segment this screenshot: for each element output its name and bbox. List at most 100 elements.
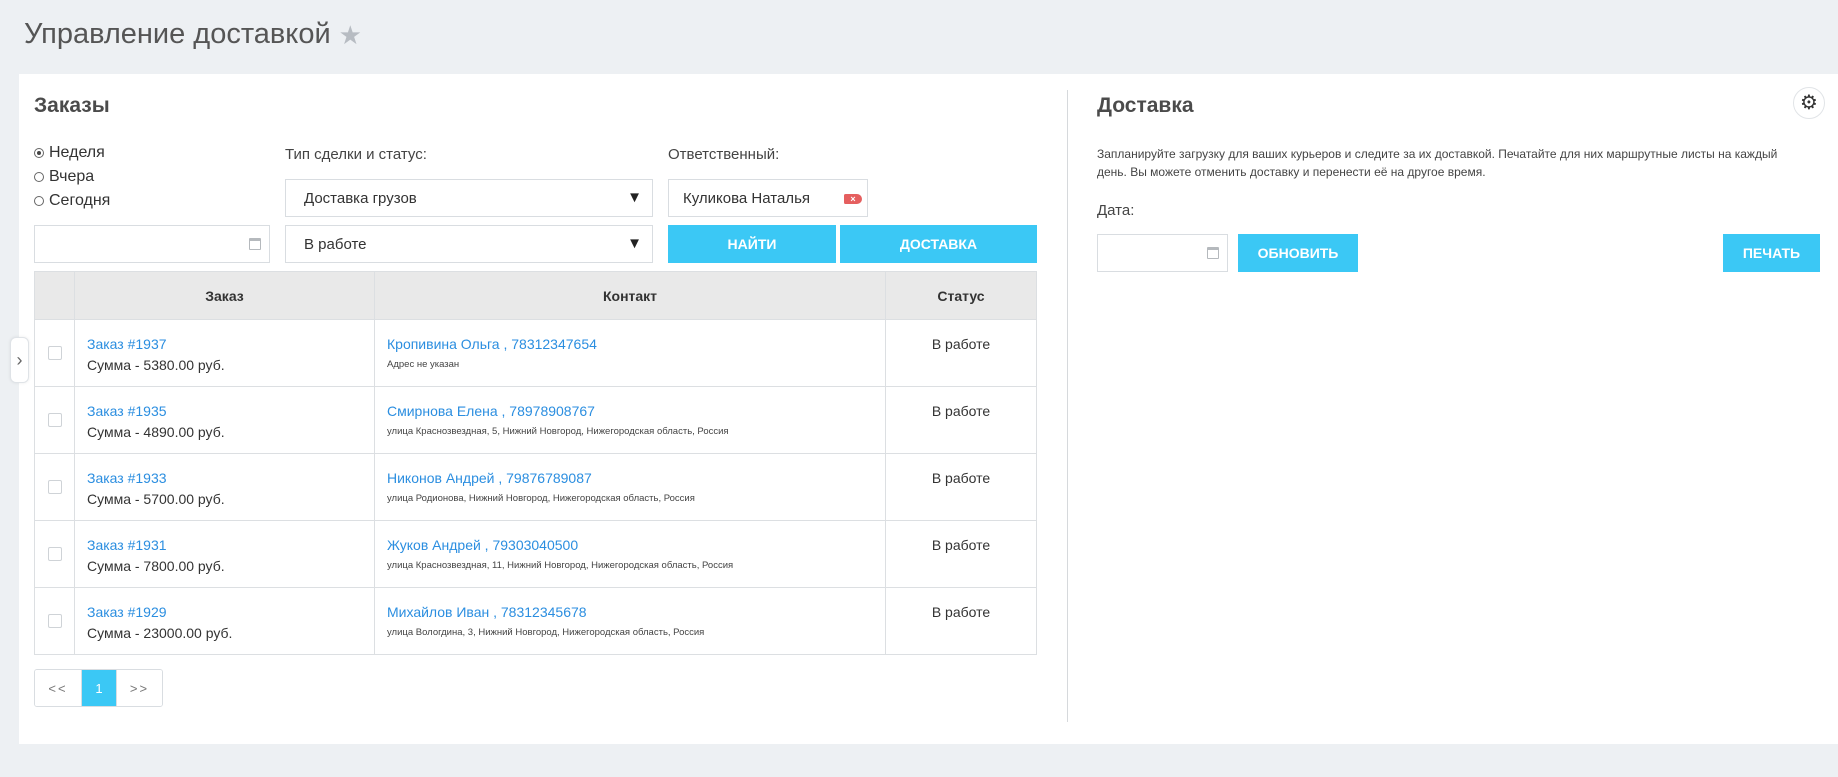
status-value: В работе xyxy=(304,235,367,253)
row-checkbox[interactable] xyxy=(48,614,62,628)
row-checkbox[interactable] xyxy=(48,547,62,561)
row-checkbox-cell xyxy=(35,320,75,386)
contact-cell: Михайлов Иван , 78312345678 улица Вологд… xyxy=(375,588,886,654)
contact-address: улица Краснозвездная, 5, Нижний Новгород… xyxy=(387,426,729,437)
status-text: В работе xyxy=(931,537,991,553)
radio-checked-icon xyxy=(34,148,44,158)
contact-link[interactable]: Жуков Андрей , 79303040500 xyxy=(387,537,578,553)
header-contact[interactable]: Контакт xyxy=(375,272,886,319)
contact-address: улица Родионова, Нижний Новгород, Нижего… xyxy=(387,493,695,504)
period-radio-group: Неделя Вчера Сегодня xyxy=(34,141,110,213)
status-select[interactable]: В работе ▼ xyxy=(285,225,653,263)
orders-table: Заказ Контакт Статус Заказ #1937 Сумма -… xyxy=(34,271,1037,655)
order-cell: Заказ #1931 Сумма - 7800.00 руб. xyxy=(75,521,375,587)
contact-link[interactable]: Кропивина Ольга , 78312347654 xyxy=(387,336,597,352)
pagination: << 1 >> xyxy=(34,669,163,707)
page-current-button[interactable]: 1 xyxy=(81,670,116,706)
header-status[interactable]: Статус xyxy=(886,272,1036,319)
contact-address: улица Краснозвездная, 11, Нижний Новгоро… xyxy=(387,560,734,571)
section-divider xyxy=(1067,90,1068,722)
period-option-label: Неделя xyxy=(49,144,105,161)
calendar-icon[interactable] xyxy=(249,238,261,250)
radio-icon xyxy=(34,196,44,206)
status-cell: В работе xyxy=(886,454,1036,520)
header-order[interactable]: Заказ xyxy=(75,272,375,319)
delivery-title: Доставка xyxy=(1097,94,1194,117)
status-cell: В работе xyxy=(886,320,1036,386)
table-row: Заказ #1929 Сумма - 23000.00 руб. Михайл… xyxy=(35,587,1036,654)
contact-cell: Кропивина Ольга , 78312347654 Адрес не у… xyxy=(375,320,886,386)
header-checkbox-cell xyxy=(35,272,75,319)
order-link[interactable]: Заказ #1933 xyxy=(87,470,167,486)
responsible-value: Куликова Наталья xyxy=(683,189,811,207)
contact-cell: Смирнова Елена , 78978908767 улица Красн… xyxy=(375,387,886,453)
page-title-text: Управление доставкой xyxy=(24,18,331,50)
settings-button[interactable]: ⚙ xyxy=(1793,87,1825,119)
period-option-week[interactable]: Неделя xyxy=(34,141,110,165)
find-button[interactable]: НАЙТИ xyxy=(668,225,836,263)
delivery-button[interactable]: ДОСТАВКА xyxy=(840,225,1037,263)
status-text: В работе xyxy=(931,403,991,419)
order-cell: Заказ #1935 Сумма - 4890.00 руб. xyxy=(75,387,375,453)
contact-cell: Никонов Андрей , 79876789087 улица Родио… xyxy=(375,454,886,520)
order-sum: Сумма - 5380.00 руб. xyxy=(87,357,225,373)
remove-tag-icon[interactable]: × xyxy=(844,194,862,204)
calendar-icon[interactable] xyxy=(1207,247,1219,259)
table-row: Заказ #1937 Сумма - 5380.00 руб. Кропиви… xyxy=(35,319,1036,386)
print-button[interactable]: ПЕЧАТЬ xyxy=(1723,234,1820,272)
contact-link[interactable]: Смирнова Елена , 78978908767 xyxy=(387,403,595,419)
status-cell: В работе xyxy=(886,521,1036,587)
star-icon[interactable]: ★ xyxy=(339,22,362,48)
delivery-description: Запланируйте загрузку для ваших курьеров… xyxy=(1097,147,1778,179)
delivery-date-label: Дата: xyxy=(1097,202,1135,219)
dropdown-arrow-icon: ▼ xyxy=(627,235,642,252)
page-next-button[interactable]: >> xyxy=(116,670,162,706)
status-text: В работе xyxy=(931,470,991,486)
row-checkbox-cell xyxy=(35,521,75,587)
order-sum: Сумма - 23000.00 руб. xyxy=(87,625,233,641)
period-option-label: Вчера xyxy=(49,168,95,185)
order-sum: Сумма - 4890.00 руб. xyxy=(87,424,225,440)
contact-address: улица Вологдина, 3, Нижний Новгород, Ниж… xyxy=(387,627,705,638)
row-checkbox[interactable] xyxy=(48,480,62,494)
gear-icon: ⚙ xyxy=(1800,92,1818,114)
deal-type-select[interactable]: Доставка грузов ▼ xyxy=(285,179,653,217)
table-row: Заказ #1935 Сумма - 4890.00 руб. Смирнов… xyxy=(35,386,1036,453)
row-checkbox-cell xyxy=(35,387,75,453)
order-link[interactable]: Заказ #1929 xyxy=(87,604,167,620)
status-text: В работе xyxy=(931,336,991,352)
refresh-button[interactable]: ОБНОВИТЬ xyxy=(1238,234,1358,272)
order-link[interactable]: Заказ #1937 xyxy=(87,336,167,352)
order-sum: Сумма - 5700.00 руб. xyxy=(87,491,225,507)
order-link[interactable]: Заказ #1935 xyxy=(87,403,167,419)
row-checkbox-cell xyxy=(35,588,75,654)
status-cell: В работе xyxy=(886,588,1036,654)
responsible-input[interactable]: Куликова Наталья × xyxy=(668,179,868,217)
deal-type-label: Тип сделки и статус: xyxy=(285,146,427,163)
row-checkbox[interactable] xyxy=(48,413,62,427)
order-cell: Заказ #1937 Сумма - 5380.00 руб. xyxy=(75,320,375,386)
order-cell: Заказ #1933 Сумма - 5700.00 руб. xyxy=(75,454,375,520)
period-option-today[interactable]: Сегодня xyxy=(34,189,110,213)
responsible-label: Ответственный: xyxy=(668,146,780,163)
orders-date-input[interactable] xyxy=(34,225,270,263)
order-cell: Заказ #1929 Сумма - 23000.00 руб. xyxy=(75,588,375,654)
dropdown-arrow-icon: ▼ xyxy=(627,189,642,206)
delivery-date-input[interactable] xyxy=(1097,234,1228,272)
period-option-yesterday[interactable]: Вчера xyxy=(34,165,110,189)
radio-icon xyxy=(34,172,44,182)
status-text: В работе xyxy=(931,604,991,620)
row-checkbox[interactable] xyxy=(48,346,62,360)
chevron-right-icon: › xyxy=(16,349,23,370)
page-title: Управление доставкой ★ xyxy=(24,18,362,51)
sidebar-toggle-button[interactable]: › xyxy=(10,337,29,383)
contact-link[interactable]: Михайлов Иван , 78312345678 xyxy=(387,604,587,620)
page-prev-button[interactable]: << xyxy=(35,670,81,706)
period-option-label: Сегодня xyxy=(49,192,111,209)
deal-type-value: Доставка грузов xyxy=(304,189,417,207)
contact-address: Адрес не указан xyxy=(387,359,460,370)
contact-cell: Жуков Андрей , 79303040500 улица Красноз… xyxy=(375,521,886,587)
order-link[interactable]: Заказ #1931 xyxy=(87,537,167,553)
contact-link[interactable]: Никонов Андрей , 79876789087 xyxy=(387,470,592,486)
table-header: Заказ Контакт Статус xyxy=(35,272,1036,319)
